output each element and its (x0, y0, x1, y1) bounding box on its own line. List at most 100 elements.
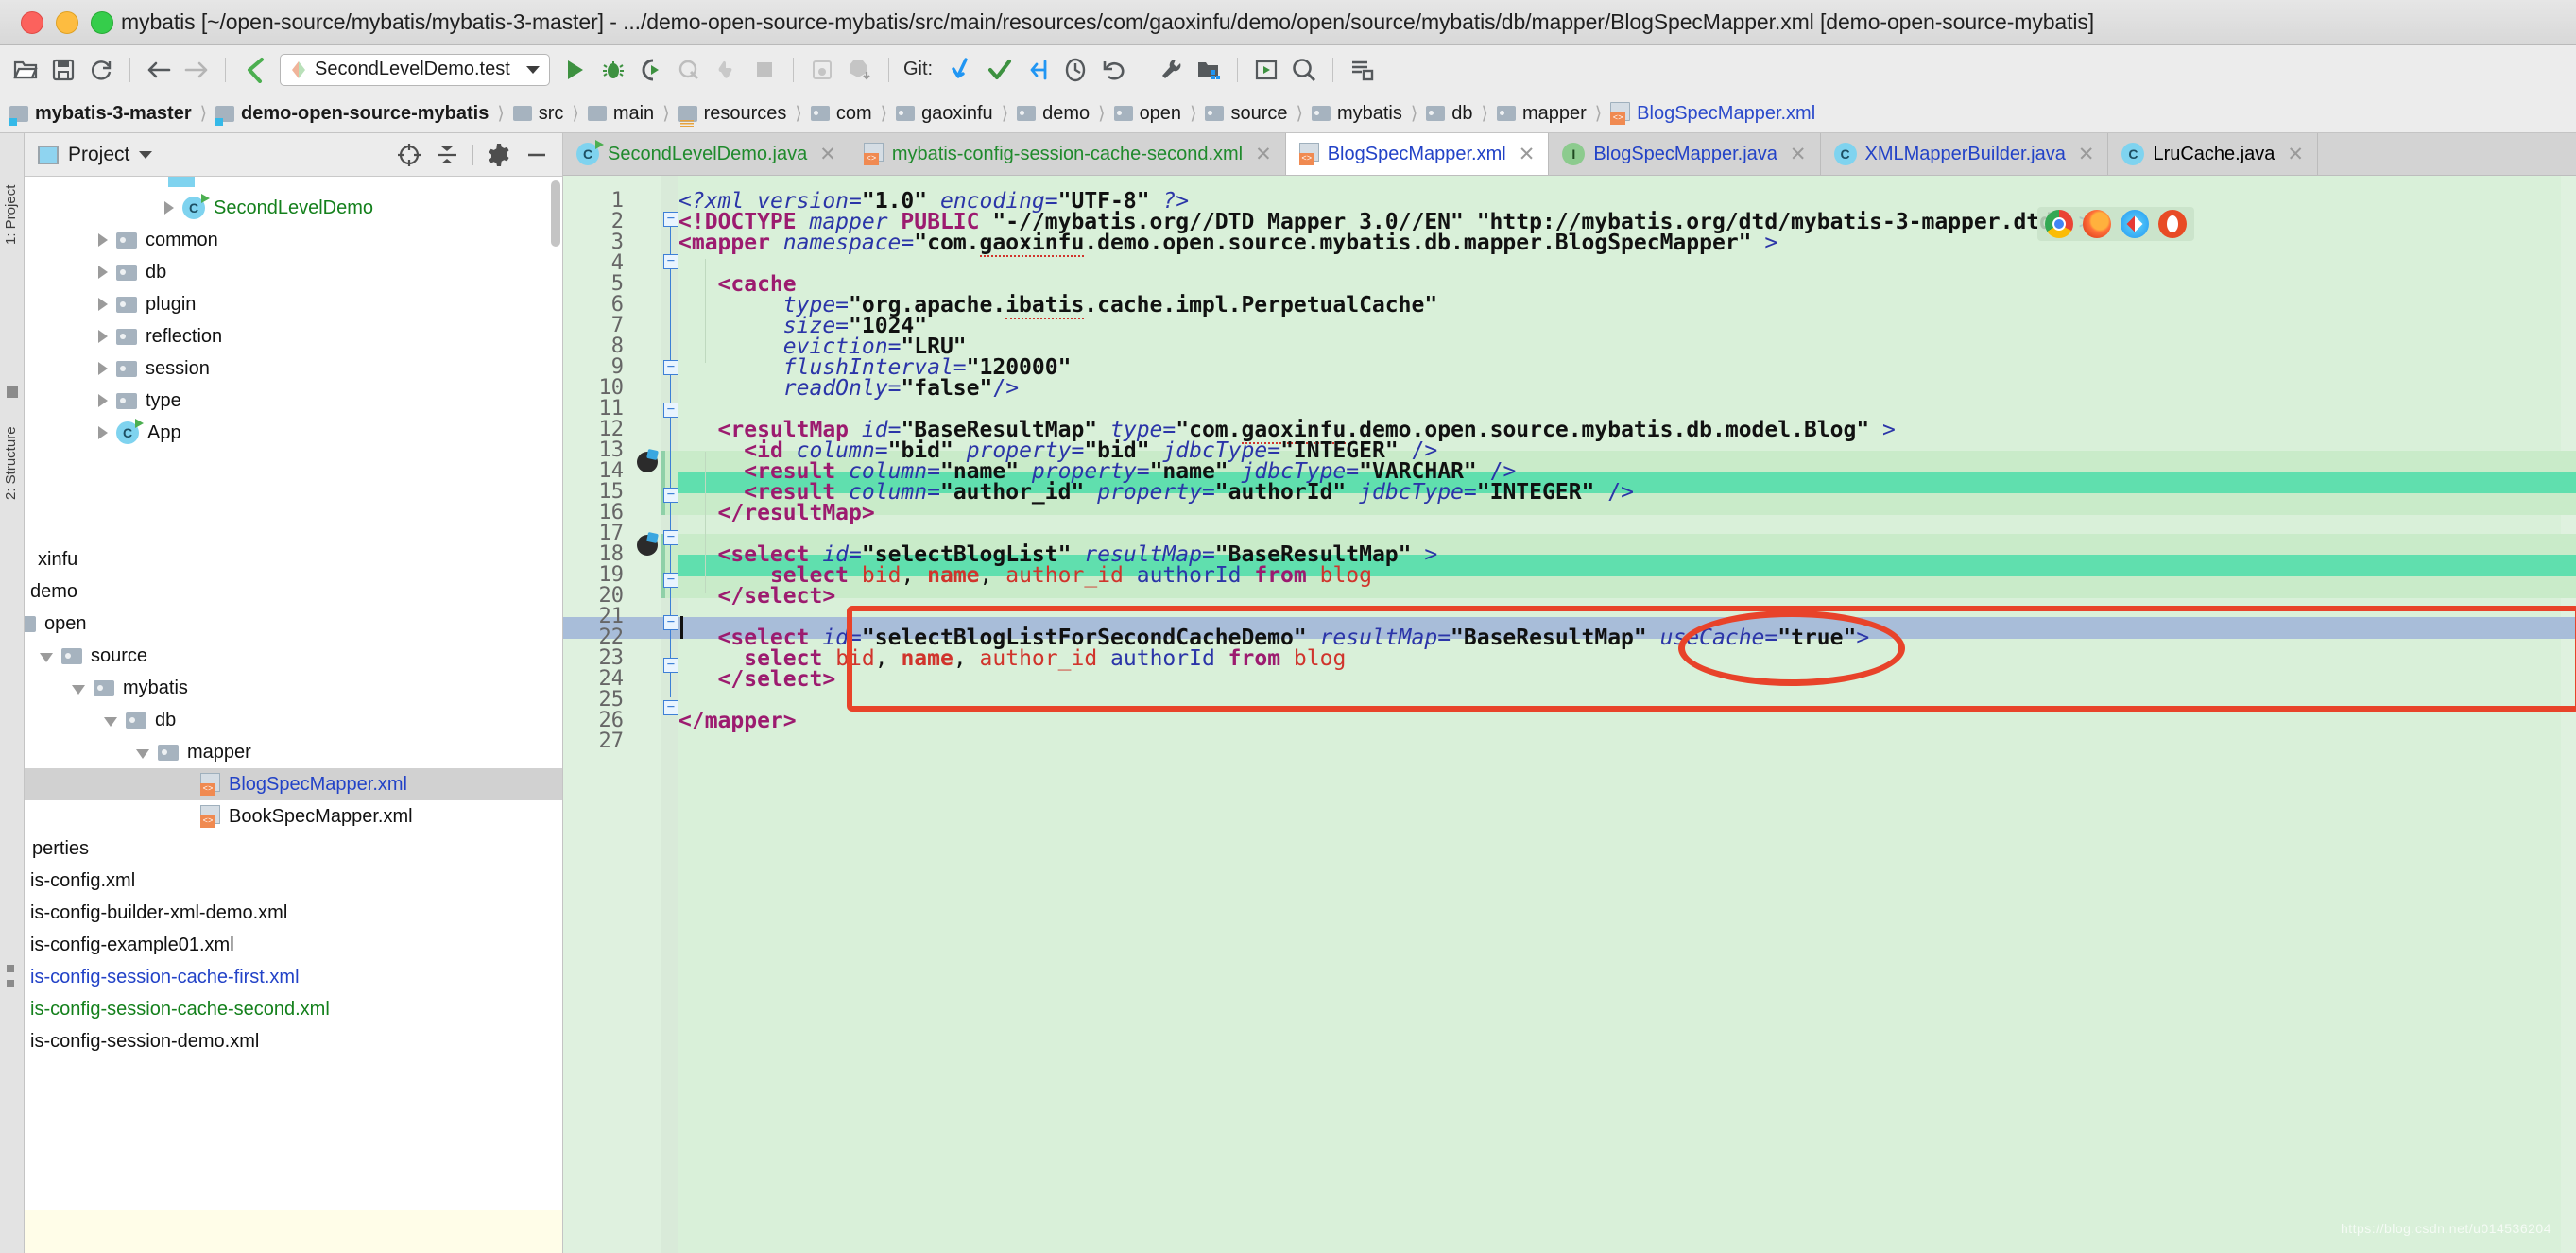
commit-icon[interactable] (982, 52, 1018, 88)
debug-icon[interactable] (595, 52, 631, 88)
breadcrumb-item-mybatis-3-master[interactable]: mybatis-3-master (8, 103, 194, 126)
run-configuration-selector[interactable]: SecondLevelDemo.test (280, 53, 550, 86)
breadcrumb-item-source[interactable]: source (1203, 103, 1289, 125)
tree-row-demo[interactable]: demo (25, 575, 562, 608)
tree-row-db-nested[interactable]: db (25, 704, 562, 736)
tree-row-mapper[interactable]: mapper (25, 736, 562, 768)
breadcrumb-item-mapper[interactable]: mapper (1495, 103, 1589, 125)
run-anything-icon[interactable] (1248, 52, 1284, 88)
last-edit-location-icon[interactable] (236, 52, 272, 88)
tree-row-open[interactable]: open (25, 608, 562, 640)
expand-arrow-icon[interactable] (98, 362, 108, 375)
tree-row-type[interactable]: type (25, 385, 562, 417)
breadcrumb-item-main[interactable]: main (586, 103, 656, 125)
rail-item-project[interactable]: 1: Project (3, 185, 19, 245)
tree-row-bookspecmapper-xml[interactable]: <> BookSpecMapper.xml (25, 800, 562, 832)
breadcrumb-item-mybatis[interactable]: mybatis (1310, 103, 1404, 125)
chrome-icon[interactable] (2045, 210, 2073, 238)
tree-row-secondleveldemo[interactable]: C SecondLevelDemo (25, 192, 562, 224)
breadcrumb-item-resources[interactable]: resources (677, 103, 789, 127)
opera-icon[interactable] (2158, 210, 2187, 238)
tree-row-reflection[interactable]: reflection (25, 320, 562, 352)
close-icon[interactable]: ✕ (2078, 143, 2095, 166)
tree-row-is-config-example01-xml[interactable]: is-config-example01.xml (25, 929, 562, 961)
tree-row-session[interactable]: session (25, 352, 562, 385)
sync-icon[interactable] (83, 52, 119, 88)
breadcrumb-item-src[interactable]: src (511, 103, 566, 125)
tree-row-is-config-session-cache-second-xml[interactable]: is-config-session-cache-second.xml (25, 993, 562, 1025)
close-icon[interactable]: ✕ (819, 143, 836, 166)
breadcrumb-item-open[interactable]: open (1112, 103, 1184, 125)
hide-icon[interactable] (524, 143, 549, 167)
tab-secondleveldemo-java[interactable]: C SecondLevelDemo.java ✕ (563, 133, 850, 175)
history-icon[interactable] (1057, 52, 1093, 88)
tab-lrucache-java[interactable]: C LruCache.java ✕ (2108, 133, 2319, 175)
breadcrumb-item-com[interactable]: com (809, 103, 874, 125)
breadcrumb-item-blogspecmapper-xml[interactable]: <> BlogSpecMapper.xml (1608, 102, 1817, 125)
save-icon[interactable] (45, 52, 81, 88)
run-icon[interactable] (558, 52, 593, 88)
chevron-down-icon[interactable] (526, 65, 540, 74)
tree-row-is-config-xml[interactable]: is-config.xml (25, 865, 562, 897)
collapse-all-icon[interactable] (435, 143, 459, 167)
tree-row-is-config-builder-xml-demo-xml[interactable]: is-config-builder-xml-demo.xml (25, 897, 562, 929)
settings-wrench-icon[interactable] (1153, 52, 1189, 88)
expand-arrow-icon[interactable] (98, 426, 108, 439)
breadcrumb-item-gaoxinfu[interactable]: gaoxinfu (894, 103, 995, 125)
locate-icon[interactable] (397, 143, 421, 167)
tree-row-is-config-session-demo-xml[interactable]: is-config-session-demo.xml (25, 1025, 562, 1057)
tree-row-perties[interactable]: perties (25, 832, 562, 865)
code-editor[interactable]: − − − − − − − − − − 1 <?xml version="1.0"… (563, 176, 2576, 1253)
collapse-arrow-icon[interactable] (40, 652, 53, 662)
tab-xmlmapperbuilder-java[interactable]: C XMLMapperBuilder.java ✕ (1820, 133, 2109, 175)
expand-arrow-icon[interactable] (98, 266, 108, 279)
rollback-icon[interactable] (1095, 52, 1131, 88)
tab-blogspecmapper-xml[interactable]: <> BlogSpecMapper.xml ✕ (1285, 133, 1550, 175)
tree-row-source[interactable]: source (25, 640, 562, 672)
close-icon[interactable]: ✕ (1255, 143, 1272, 166)
project-tree-scrollbar[interactable] (551, 180, 560, 247)
chevron-down-icon[interactable] (139, 150, 153, 159)
search-everywhere-icon[interactable] (1286, 52, 1322, 88)
project-structure-icon[interactable] (1191, 52, 1227, 88)
expand-arrow-icon[interactable] (98, 298, 108, 311)
tree-row-xinfu[interactable]: xinfu (25, 543, 562, 575)
close-icon[interactable]: ✕ (2287, 143, 2304, 166)
back-arrow-icon[interactable] (141, 52, 177, 88)
tree-row-common[interactable]: common (25, 224, 562, 256)
folder-icon (116, 232, 137, 249)
expand-arrow-icon[interactable] (164, 201, 174, 215)
close-icon[interactable]: ✕ (1519, 143, 1536, 166)
tree-row-is-config-session-cache-first-xml[interactable]: is-config-session-cache-first.xml (25, 961, 562, 993)
update-project-icon[interactable] (944, 52, 980, 88)
firefox-icon[interactable] (2083, 210, 2111, 238)
settings-gear-icon[interactable] (487, 143, 511, 167)
expand-arrow-icon[interactable] (98, 330, 108, 343)
open-folder-icon[interactable] (8, 52, 43, 88)
collapse-arrow-icon[interactable] (72, 684, 85, 695)
collapse-arrow-icon[interactable] (136, 748, 149, 759)
tree-row-blogspecmapper-xml[interactable]: <> BlogSpecMapper.xml (25, 768, 562, 800)
tree-row-app[interactable]: C App (25, 417, 562, 449)
breadcrumb-item-demo[interactable]: demo (1015, 103, 1091, 125)
project-tree[interactable]: C SecondLevelDemo common db plugin refle… (25, 177, 562, 1253)
safari-icon[interactable] (2121, 210, 2149, 238)
breadcrumb-item-db[interactable]: db (1424, 103, 1474, 125)
collapse-arrow-icon[interactable] (104, 716, 117, 727)
tab-mybatis-config-session-cache-second-xml[interactable]: <> mybatis-config-session-cache-second.x… (850, 133, 1286, 175)
layout-icon[interactable] (1344, 52, 1380, 88)
toolbar-separator (1332, 57, 1334, 82)
push-icon[interactable] (1020, 52, 1056, 88)
tree-row-mybatis[interactable]: mybatis (25, 672, 562, 704)
expand-arrow-icon[interactable] (98, 394, 108, 407)
close-icon[interactable]: ✕ (1790, 143, 1807, 166)
tree-row-plugin[interactable]: plugin (25, 288, 562, 320)
rail-item-structure[interactable]: 2: Structure (3, 426, 19, 500)
tree-row-db[interactable]: db (25, 256, 562, 288)
browser-preview-bar[interactable] (2037, 207, 2194, 241)
expand-arrow-icon[interactable] (98, 233, 108, 247)
breadcrumb-label: src (538, 102, 564, 124)
run-with-coverage-icon[interactable] (633, 52, 669, 88)
tab-blogspecmapper-java[interactable]: I BlogSpecMapper.java ✕ (1549, 133, 1821, 175)
breadcrumb-item-demo-open-source-mybatis[interactable]: demo-open-source-mybatis (214, 103, 490, 126)
